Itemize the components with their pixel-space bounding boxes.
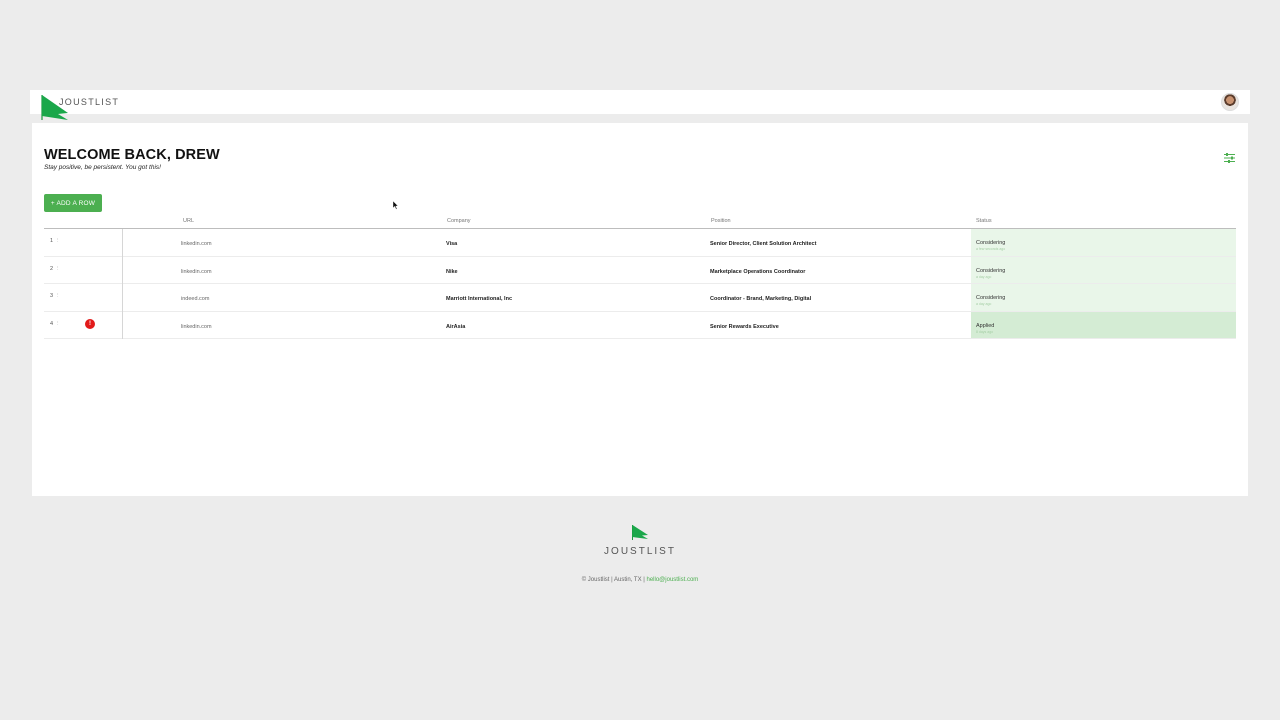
status-timestamp: a day ago	[976, 302, 992, 306]
status-label: Applied	[976, 322, 995, 329]
status-label: Considering	[976, 240, 1006, 246]
add-row-button[interactable]: + ADD A ROW	[44, 194, 102, 212]
settings-sliders-icon[interactable]	[1224, 153, 1235, 163]
page-title: WELCOME BACK, DREW	[44, 147, 220, 163]
row-number: 1	[50, 238, 54, 244]
alert-badge[interactable]: !	[85, 319, 95, 329]
row-status-cell[interactable]: Considering a few seconds ago	[971, 229, 1236, 256]
row-position[interactable]: Coordinator - Brand, Marketing, Digital	[710, 296, 811, 302]
row-menu-icon[interactable]: ⋮	[55, 238, 61, 244]
page-subtitle: Stay positive, be persistent. You got th…	[44, 164, 161, 171]
status-timestamp: a few seconds ago	[976, 247, 1006, 251]
footer-copyright: © Joustlist | Austin, TX | hello@joustli…	[0, 577, 1280, 583]
row-position[interactable]: Marketplace Operations Coordinator	[710, 269, 805, 275]
row-status-cell[interactable]: Considering a day ago	[971, 284, 1236, 311]
table-row[interactable]: 1 ⋮ linkedin.com Visa Senior Director, C…	[44, 229, 1236, 257]
column-header-url[interactable]: URL	[183, 218, 194, 224]
row-number: 4	[50, 320, 54, 327]
row-menu-icon[interactable]: ⋮	[55, 321, 61, 327]
main-card: WELCOME BACK, DREW Stay positive, be per…	[32, 123, 1248, 496]
row-status-cell[interactable]: Considering a day ago	[971, 256, 1236, 283]
row-company[interactable]: Visa	[446, 241, 457, 247]
row-menu-icon[interactable]: ⋮	[55, 266, 61, 272]
contact-email-link[interactable]: hello@joustlist.com	[647, 577, 699, 583]
row-position[interactable]: Senior Rewards Executive	[710, 324, 779, 330]
copyright-text: © Joustlist | Austin, TX |	[581, 577, 645, 583]
row-company[interactable]: Nike	[446, 269, 458, 275]
row-url-link[interactable]: linkedin.com	[181, 324, 212, 330]
row-number: 3	[50, 293, 54, 299]
column-header-company[interactable]: Company	[447, 218, 471, 224]
table-header: URL Company Position Status	[44, 216, 1236, 229]
footer-flag-icon	[632, 525, 648, 540]
logo-text[interactable]: JOUSTLIST	[59, 97, 119, 107]
column-header-position[interactable]: Position	[711, 218, 731, 224]
row-position[interactable]: Senior Director, Client Solution Archite…	[710, 241, 816, 247]
top-navbar: JOUSTLIST	[30, 90, 1250, 120]
column-header-status[interactable]: Status	[976, 218, 992, 224]
mouse-cursor-icon	[393, 201, 399, 210]
row-url-link[interactable]: linkedin.com	[181, 241, 212, 247]
row-status-cell[interactable]: Applied 8 days ago	[971, 311, 1236, 338]
status-timestamp: 8 days ago	[976, 329, 994, 334]
row-menu-icon[interactable]: ⋮	[55, 293, 61, 299]
status-label: Considering	[976, 267, 1006, 274]
user-avatar[interactable]	[1221, 93, 1239, 111]
row-url-link[interactable]: indeed.com	[181, 296, 209, 302]
row-divider-line	[122, 229, 123, 339]
table-row[interactable]: 3 ⋮ indeed.com Marriott International, I…	[44, 284, 1236, 312]
status-timestamp: a day ago	[976, 274, 992, 279]
status-label: Considering	[976, 295, 1006, 301]
table-row[interactable]: 2 ⋮ linkedin.com Nike Marketplace Operat…	[44, 256, 1236, 284]
row-url-link[interactable]: linkedin.com	[181, 269, 212, 275]
row-company[interactable]: AirAsia	[446, 324, 465, 330]
row-company[interactable]: Marriott International, Inc	[446, 296, 512, 302]
table-row[interactable]: 4 ⋮ linkedin.com AirAsia Senior Rewards …	[44, 311, 1236, 339]
row-number: 2	[50, 265, 54, 272]
footer-brand-name: JOUSTLIST	[604, 546, 676, 557]
